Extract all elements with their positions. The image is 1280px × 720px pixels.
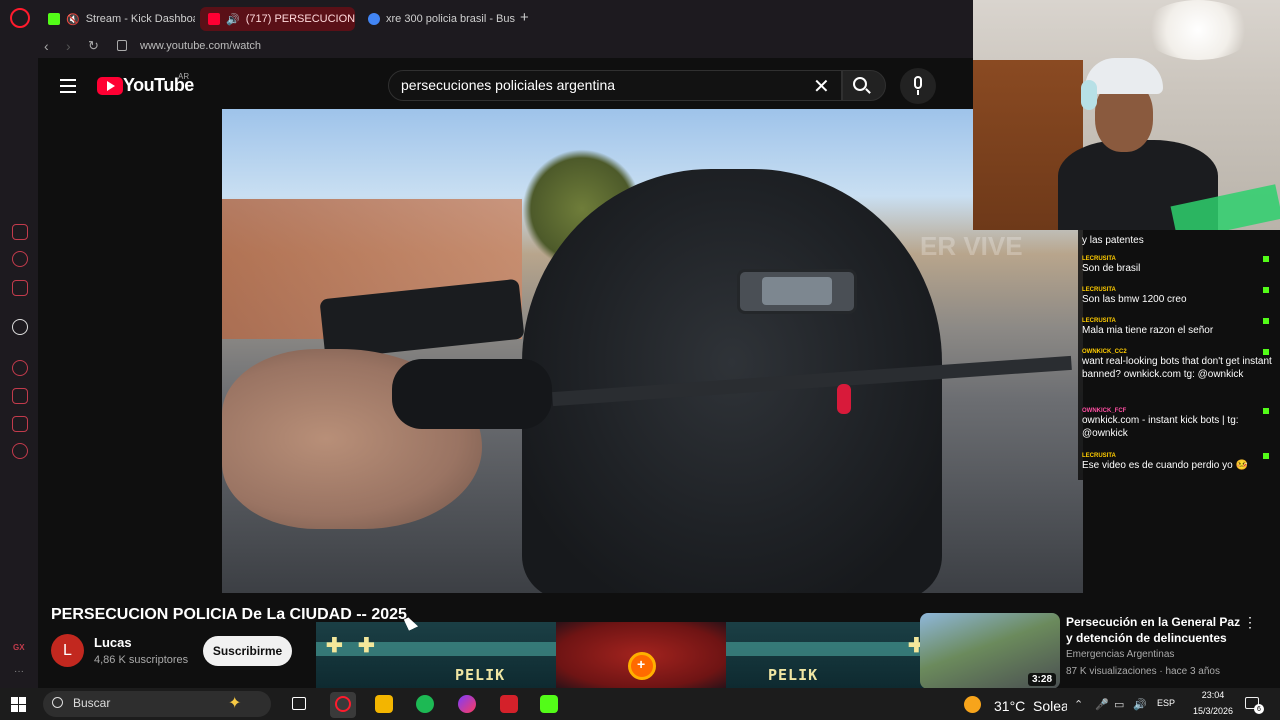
chat-message: LECRUSITA Son de brasil <box>1082 256 1272 275</box>
chat-badge-icon <box>1263 408 1269 414</box>
headset <box>1081 80 1097 110</box>
stream-overlay-banner: + <box>316 622 956 688</box>
video-overlay-text: ER VIVE <box>920 231 1023 261</box>
extensions-icon[interactable] <box>12 416 28 432</box>
reload-icon[interactable]: ↻ <box>88 38 99 54</box>
chat-message: LECRUSITA Ese video es de cuando perdio … <box>1082 453 1272 472</box>
speaker-icon[interactable]: 🔊 <box>226 13 240 26</box>
twitch-icon[interactable] <box>12 251 28 267</box>
tab-label: Stream - Kick Dashboa <box>85 13 195 25</box>
clock-time[interactable]: 23:04 <box>1196 690 1230 700</box>
video-duration: 3:28 <box>1028 673 1057 686</box>
more-dots-icon[interactable]: ··· <box>14 666 24 677</box>
settings-gear-icon[interactable] <box>12 443 28 459</box>
task-view-icon[interactable] <box>292 697 306 710</box>
forward-arrow-icon[interactable]: › <box>66 38 71 54</box>
copilot-sparkle-icon[interactable]: ✦ <box>228 693 241 713</box>
overlay-label-right: PELIK <box>768 666 819 684</box>
lock-icon <box>117 40 127 51</box>
tab-google-search[interactable]: xre 300 policia brasil - Bus <box>360 7 515 31</box>
webcam-feed <box>973 0 1280 230</box>
controller-icon[interactable] <box>12 224 28 240</box>
channel-avatar[interactable]: L <box>51 634 84 667</box>
notification-count: 6 <box>1254 704 1264 714</box>
chat-badge-icon <box>1263 453 1269 459</box>
kick-favicon-icon <box>48 13 60 25</box>
opera-gx-taskbar-icon[interactable] <box>335 696 351 712</box>
recorder-icon[interactable] <box>500 695 518 713</box>
new-tab-button[interactable]: + <box>520 9 529 26</box>
spotify-icon[interactable] <box>416 695 434 713</box>
weather-temperature[interactable]: 31°C <box>994 698 1025 714</box>
video-player[interactable]: ER VIVE <box>222 109 1083 593</box>
history-icon[interactable] <box>12 360 28 376</box>
chat-message: LECRUSITA Son las bmw 1200 creo <box>1082 287 1272 306</box>
microphone-tray-icon[interactable]: 🎤 <box>1095 698 1109 711</box>
chevron-up-icon[interactable]: ⌃ <box>1074 698 1083 711</box>
file-explorer-icon[interactable] <box>375 695 393 713</box>
chat-message: LECRUSITA Mala mia tiene razon el señor <box>1082 318 1272 337</box>
gx-label[interactable]: GX <box>13 643 25 652</box>
messenger-icon[interactable] <box>458 695 476 713</box>
tab-kick-dashboard[interactable]: 🔇 Stream - Kick Dashboa <box>40 7 195 31</box>
tab-label: xre 300 policia brasil - Bus <box>386 13 515 25</box>
chatgpt-icon[interactable] <box>12 319 28 335</box>
chat-badge-icon <box>1263 318 1269 324</box>
google-favicon-icon <box>368 13 380 25</box>
kick-app-icon[interactable] <box>540 695 558 713</box>
related-video-channel[interactable]: Emergencias Argentinas <box>1066 649 1174 660</box>
overlay-label-left: PELIK <box>455 666 506 684</box>
clear-search-icon[interactable]: ✕ <box>813 74 830 99</box>
related-video-meta: 87 K visualizaciones · hace 3 años <box>1066 666 1220 677</box>
search-icon <box>52 697 63 708</box>
clock-date[interactable]: 15/3/2026 <box>1186 706 1240 716</box>
volume-icon[interactable]: 🔊 <box>1133 698 1147 711</box>
language-indicator[interactable]: ESP <box>1157 698 1175 708</box>
tab-youtube-video[interactable]: 🔊 (717) PERSECUCION P <box>200 7 355 31</box>
hamburger-menu-icon[interactable] <box>60 79 76 81</box>
taskbar-search-input[interactable]: Buscar <box>73 696 110 710</box>
muted-speaker-icon[interactable]: 🔇 <box>66 13 80 26</box>
plus-sparkle-icon: ✚ <box>358 635 375 657</box>
youtube-favicon-icon <box>208 13 220 25</box>
url-field[interactable]: www.youtube.com/watch <box>140 40 261 52</box>
chat-badge-icon <box>1263 256 1269 262</box>
search-input[interactable]: persecuciones policiales argentina <box>401 77 615 93</box>
subscribe-button[interactable]: Suscribirme <box>203 636 292 666</box>
downloads-icon[interactable] <box>12 388 28 404</box>
tab-label: (717) PERSECUCION P <box>245 13 355 25</box>
more-options-icon[interactable]: ⋮ <box>1243 614 1257 631</box>
country-code: AR <box>178 72 190 81</box>
back-arrow-icon[interactable]: ‹ <box>44 38 49 54</box>
chat-message: OWNKICK_FCF ownkick.com - instant kick b… <box>1082 408 1272 440</box>
related-video-title[interactable]: Persecución en la General Paz y detenció… <box>1066 614 1241 646</box>
chat-badge-icon <box>1263 287 1269 293</box>
channel-name[interactable]: Lucas <box>94 635 132 650</box>
plus-sparkle-icon: ✚ <box>326 635 343 657</box>
weather-sun-icon[interactable] <box>964 696 981 713</box>
network-icon[interactable]: ▭ <box>1114 698 1124 711</box>
chat-message: y las patentes <box>1082 235 1144 246</box>
chat-message: OWNKICK_CC2 want real-looking bots that … <box>1082 349 1272 380</box>
weather-condition[interactable]: Soleado <box>1033 698 1067 714</box>
microphone-icon[interactable] <box>914 76 922 89</box>
chat-badge-icon <box>1263 349 1269 355</box>
player-icon[interactable] <box>12 280 28 296</box>
opera-gx-logo-icon[interactable] <box>10 8 30 28</box>
subscriber-count: 4,86 K suscriptores <box>94 654 189 666</box>
windows-start-icon[interactable] <box>11 697 26 712</box>
